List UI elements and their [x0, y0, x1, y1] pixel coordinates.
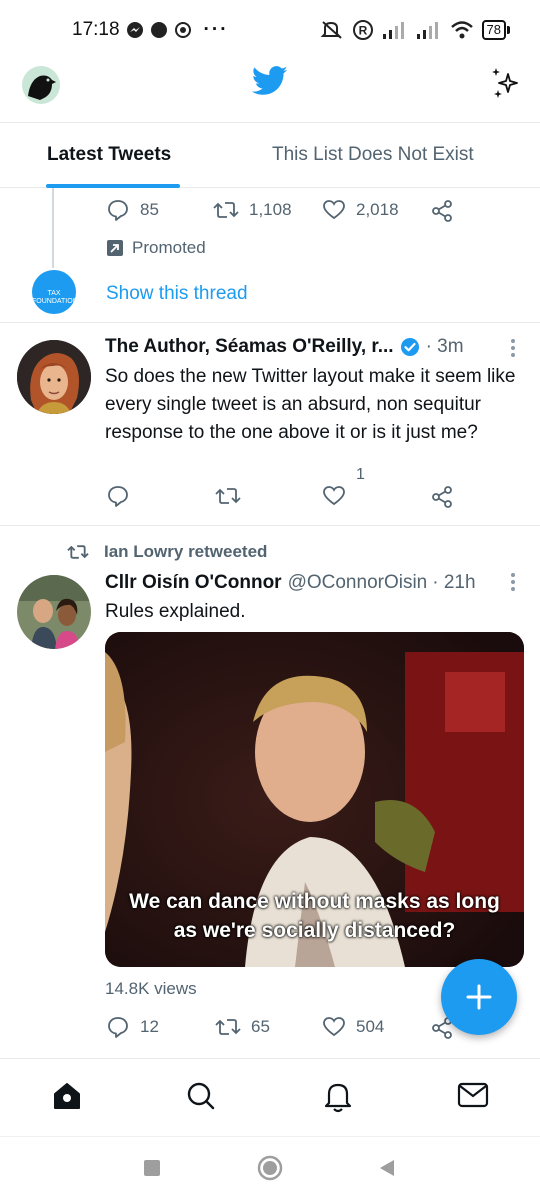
retweet-button[interactable]: 1,108	[213, 198, 292, 222]
heart-icon	[322, 1015, 346, 1039]
sparkle-icon[interactable]	[488, 66, 522, 100]
heart-icon	[322, 484, 346, 508]
active-tab-indicator	[46, 184, 180, 188]
retweet-count: 65	[251, 1017, 270, 1036]
author-avatar[interactable]	[17, 575, 91, 649]
profile-avatar[interactable]	[22, 66, 60, 104]
plus-icon	[464, 982, 494, 1012]
share-icon	[430, 485, 454, 509]
reply-icon	[106, 1015, 130, 1039]
author-name[interactable]: Cllr Oisín O'Connor	[105, 572, 282, 594]
video-caption: We can dance without masks as long as we…	[105, 887, 524, 945]
heart-icon	[322, 198, 346, 222]
retweet-icon	[66, 542, 90, 562]
share-button[interactable]	[430, 485, 454, 509]
promoted-text: Promoted	[132, 238, 206, 257]
caption-line: We can dance without masks as long	[129, 890, 500, 913]
reply-count: 12	[140, 1017, 159, 1036]
registered-icon: R	[352, 19, 374, 41]
promoted-label: Promoted	[106, 238, 206, 258]
signal-icon-2	[416, 20, 442, 40]
tab-this-list[interactable]: This List Does Not Exist	[226, 123, 540, 187]
author-name[interactable]: The Author, Séamas O'Reilly, r...	[105, 336, 394, 358]
wifi-icon	[450, 20, 474, 40]
author-avatar[interactable]	[17, 340, 91, 414]
retweet-icon	[213, 198, 239, 222]
reply-button[interactable]: 12	[106, 1015, 159, 1039]
more-options-icon[interactable]	[510, 338, 516, 358]
chat-bubble-icon	[150, 21, 168, 39]
status-time: 17:18	[72, 19, 120, 40]
reply-button[interactable]: 85	[106, 198, 159, 222]
tab-label: This List Does Not Exist	[272, 144, 474, 165]
messenger-icon	[126, 21, 144, 39]
like-count: 2,018	[356, 200, 399, 219]
retweet-count: 1,108	[249, 200, 292, 219]
notifications-icon[interactable]	[323, 1081, 353, 1113]
list-tabs: Latest Tweets This List Does Not Exist	[0, 122, 540, 188]
share-icon	[430, 199, 454, 223]
search-icon[interactable]	[186, 1081, 216, 1111]
retweet-icon	[215, 1015, 241, 1039]
like-count: 504	[356, 1017, 385, 1036]
tweet-video[interactable]: We can dance without masks as long as we…	[105, 632, 524, 967]
like-button[interactable]	[322, 484, 346, 508]
tweet-text: So does the new Twitter layout make it s…	[105, 366, 516, 443]
avatar-logo-text: TAX FOUNDATION	[32, 290, 78, 305]
app-header	[0, 60, 540, 122]
reply-count: 85	[140, 200, 159, 219]
tab-latest-tweets[interactable]: Latest Tweets	[0, 123, 226, 188]
messages-icon[interactable]	[457, 1081, 489, 1109]
home-icon[interactable]	[52, 1081, 82, 1111]
system-navigation-bar	[0, 1136, 540, 1200]
signal-icon	[382, 20, 408, 40]
battery-level: 78	[481, 20, 506, 40]
reply-icon	[106, 198, 130, 222]
retweet-button[interactable]: 65	[215, 1015, 270, 1039]
bottom-navigation	[0, 1058, 540, 1136]
recent-apps-icon[interactable]	[143, 1159, 161, 1177]
caption-line: as we're socially distanced?	[173, 919, 456, 942]
author-handle[interactable]: @OConnorOisin	[288, 572, 428, 594]
view-count: 14.8K views	[105, 979, 197, 998]
thread-connector	[52, 188, 54, 268]
compose-tweet-button[interactable]	[441, 959, 517, 1035]
like-count: 1	[356, 466, 365, 483]
retweet-button[interactable]	[215, 484, 241, 508]
more-notifications-icon: ···	[203, 19, 229, 40]
like-button[interactable]: 504	[322, 1015, 384, 1039]
twitter-bird-icon[interactable]	[252, 66, 288, 96]
verified-badge-icon	[400, 337, 420, 357]
retweet-context: Ian Lowry retweeted	[66, 542, 267, 562]
tab-label: Latest Tweets	[47, 144, 172, 165]
tweet-time: · 21h	[432, 572, 476, 593]
more-options-icon[interactable]	[510, 572, 516, 592]
tweet-divider	[0, 525, 540, 526]
battery-icon: 78	[481, 20, 510, 40]
status-bar: 17:18 ··· R 78	[0, 0, 540, 60]
promoted-icon	[106, 239, 124, 257]
tweet-divider	[0, 322, 540, 323]
tweet-text: Rules explained.	[105, 601, 246, 622]
home-circle-icon[interactable]	[257, 1155, 283, 1181]
tweet-header: The Author, Séamas O'Reilly, r... · 3m	[105, 336, 464, 358]
tweet-header: Cllr Oisín O'Connor @OConnorOisin · 21h	[105, 572, 476, 594]
back-icon[interactable]	[378, 1159, 396, 1177]
retweeted-by[interactable]: Ian Lowry retweeted	[104, 542, 267, 562]
whatsapp-icon	[174, 21, 192, 39]
show-thread-link[interactable]: Show this thread	[106, 283, 248, 305]
like-button[interactable]: 2,018	[322, 198, 399, 222]
reply-button[interactable]	[106, 484, 130, 508]
mute-icon	[320, 19, 344, 41]
retweet-icon	[215, 484, 241, 508]
svg-text:R: R	[358, 24, 367, 38]
share-button[interactable]	[430, 199, 454, 223]
reply-icon	[106, 484, 130, 508]
tweet-time: · 3m	[425, 336, 464, 357]
tax-foundation-avatar[interactable]: TAX FOUNDATION	[32, 270, 78, 314]
